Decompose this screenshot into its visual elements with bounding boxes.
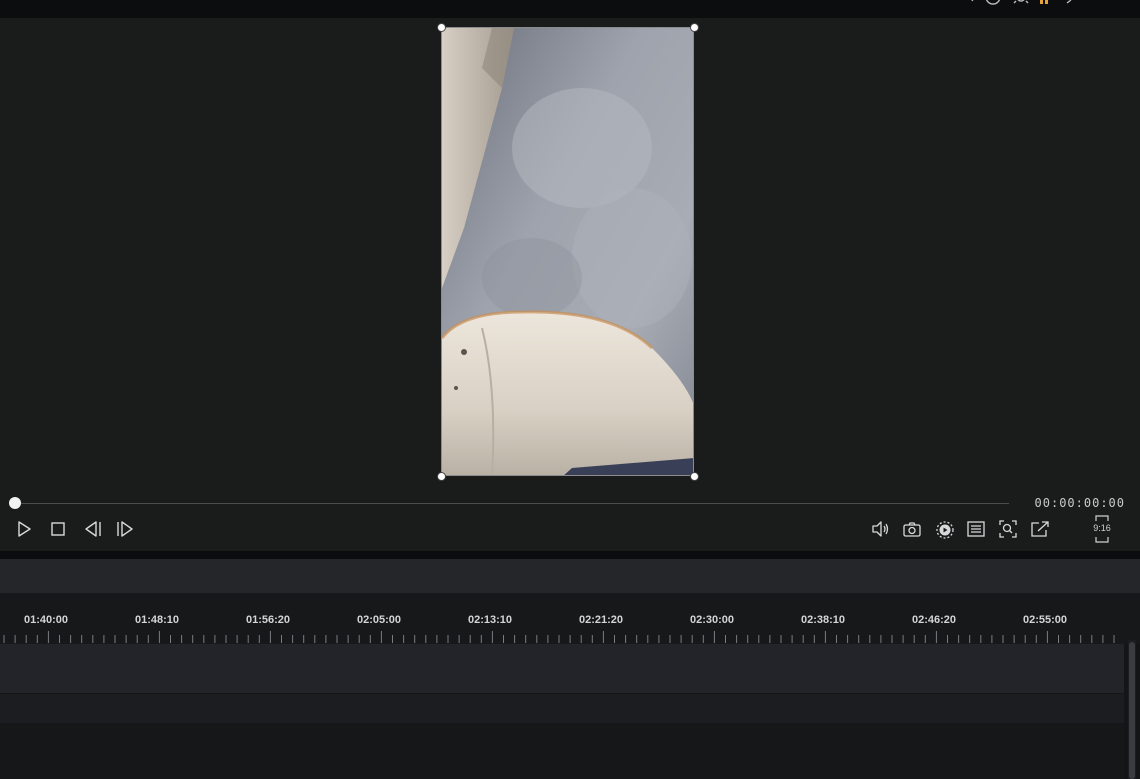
play-icon: [18, 521, 31, 537]
ruler-label: 02:46:20: [912, 614, 957, 626]
video-track[interactable]: [0, 644, 1124, 693]
ruler-label: 02:05:00: [357, 614, 402, 626]
ruler-label: 02:30:00: [690, 614, 735, 626]
previous-frame-button[interactable]: [82, 518, 104, 540]
play-button[interactable]: [13, 518, 35, 540]
snapshot-icon: [903, 522, 921, 537]
ruler-label: 02:38:10: [801, 614, 846, 626]
popout-button[interactable]: [1029, 518, 1051, 540]
scrollbar-thumb[interactable]: [1129, 642, 1135, 779]
popout-icon: [1031, 521, 1049, 537]
undo-icon[interactable]: [968, 0, 978, 11]
brand-icon[interactable]: [1038, 0, 1054, 11]
subtitles-button[interactable]: [965, 518, 987, 540]
snapshot-button[interactable]: [901, 518, 923, 540]
audio-track[interactable]: [0, 694, 1124, 723]
title-bar: [0, 0, 1140, 18]
next-frame-button[interactable]: [114, 518, 136, 540]
timeline-scrollbar[interactable]: [1128, 640, 1136, 779]
video-preview[interactable]: [441, 27, 694, 476]
ruler-ticks: [3, 631, 1115, 643]
playhead-knob[interactable]: [9, 497, 21, 509]
playback-speed-button[interactable]: [934, 518, 956, 540]
help-icon[interactable]: [985, 0, 1001, 11]
ruler-label: 01:40:00: [24, 614, 69, 626]
timeline-toolbar: [0, 559, 1140, 593]
subtitles-icon: [967, 521, 985, 537]
zoom-fit-button[interactable]: [997, 518, 1019, 540]
ruler-label: 02:55:00: [1023, 614, 1068, 626]
volume-button[interactable]: [869, 518, 891, 540]
timeline-ruler[interactable]: 01:40:00 01:48:10 01:56:20 02:05:00 02:1…: [0, 593, 1140, 644]
aspect-ratio-label: 9:16: [1093, 523, 1111, 533]
ruler-label: 02:21:20: [579, 614, 624, 626]
aspect-ratio-button[interactable]: 9:16: [1092, 515, 1112, 543]
crop-handle-top-right[interactable]: [690, 23, 699, 32]
stop-icon: [51, 522, 65, 536]
scrub-bar[interactable]: [15, 503, 1009, 504]
next-frame-icon: [117, 521, 133, 537]
ruler-label: 02:13:10: [468, 614, 513, 626]
zoom-fit-icon: [999, 520, 1017, 538]
previous-frame-icon: [85, 521, 101, 537]
volume-icon: [872, 521, 889, 537]
playback-speed-icon: [936, 521, 954, 539]
crop-handle-top-left[interactable]: [437, 23, 446, 32]
crop-handle-bottom-left[interactable]: [437, 472, 446, 481]
settings-icon[interactable]: [1013, 0, 1029, 11]
stop-button[interactable]: [47, 518, 69, 540]
preview-panel: 00:00:00:00 9:16: [0, 18, 1140, 551]
ruler-label: 01:48:10: [135, 614, 180, 626]
panel-divider[interactable]: [0, 551, 1140, 559]
minimize-icon[interactable]: [1066, 0, 1076, 11]
crop-handle-bottom-right[interactable]: [690, 472, 699, 481]
ruler-label: 01:56:20: [246, 614, 291, 626]
empty-track-area[interactable]: [0, 723, 1124, 779]
timecode-display: 00:00:00:00: [1034, 496, 1125, 510]
